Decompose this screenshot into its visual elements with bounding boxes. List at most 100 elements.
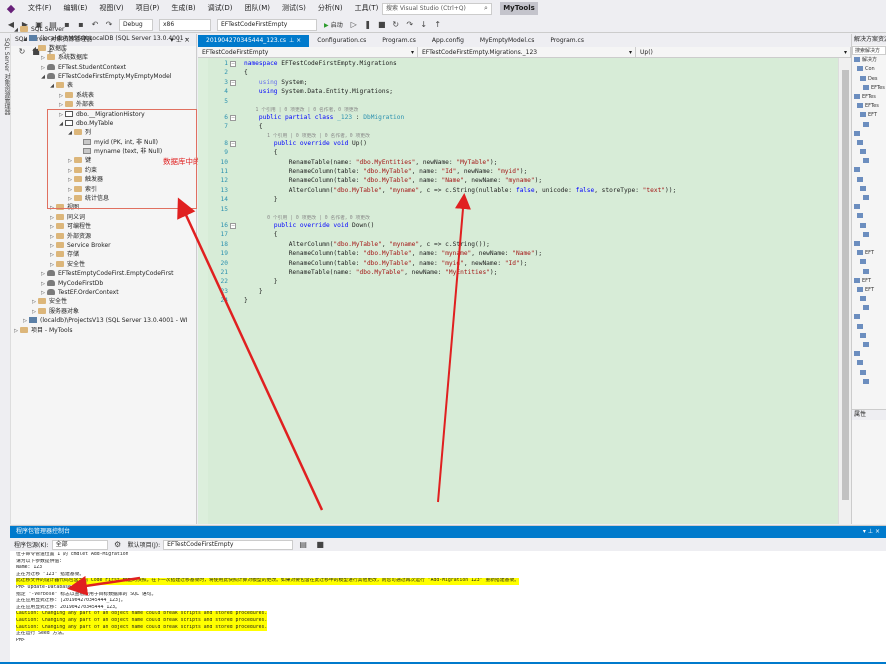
solution-item[interactable] [852, 323, 886, 332]
solution-item[interactable] [852, 222, 886, 231]
solution-item[interactable] [852, 212, 886, 221]
solution-item[interactable]: EFT [852, 111, 886, 120]
tree-node[interactable]: ▷ 同义词 [12, 213, 197, 222]
tree-node[interactable]: ▷ 可编程性 [12, 222, 197, 231]
menu-item[interactable]: 文件(F) [22, 0, 58, 17]
solution-item[interactable]: EFT [852, 286, 886, 295]
solution-item[interactable] [852, 258, 886, 267]
tab-document[interactable]: MyEmptyModel.cs [472, 35, 542, 47]
tree-node[interactable]: ◢ (localdb)\MSSQLLocalDB (SQL Server 13.0… [12, 34, 197, 43]
default-project-select[interactable]: EFTestCodeFirstEmpty [163, 539, 294, 550]
tree-node[interactable]: ▷ 外部资源 [12, 232, 197, 241]
clear-console-icon[interactable]: ▤ [298, 540, 308, 550]
restart-icon[interactable]: ↻ [391, 20, 401, 30]
solution-item[interactable]: Con [852, 65, 886, 74]
tab-document[interactable]: 201904270345444_123.cs ⊥ × [198, 35, 310, 47]
solution-item[interactable]: EFTes [852, 93, 886, 102]
code-editor[interactable]: −1 namespace EFTestCodeFirstEmpty.Migrati… [198, 58, 838, 524]
step-into-icon[interactable]: ↓ [419, 20, 429, 30]
expanded-icon[interactable]: ◢ [48, 82, 56, 90]
solution-item[interactable]: EFT [852, 277, 886, 286]
solution-item[interactable]: Des [852, 75, 886, 84]
solution-item[interactable] [852, 185, 886, 194]
solution-item[interactable] [852, 139, 886, 148]
collapsed-icon[interactable]: ▷ [39, 280, 47, 288]
startup-project-select[interactable]: EFTestCodeFirstEmpty [217, 18, 317, 31]
menu-item[interactable]: 工具(T) [349, 0, 385, 17]
continue-icon[interactable]: ▷ [349, 20, 359, 30]
tree-node[interactable]: ▷ 项目 - MyTools [12, 326, 197, 335]
tree-node[interactable]: ▷ EFTest.StudentContext [12, 63, 197, 72]
member-nav-select[interactable]: Up() [636, 47, 851, 57]
quick-launch-search[interactable]: 搜索 Visual Studio (Ctrl+Q) [382, 3, 492, 15]
solution-item[interactable] [852, 313, 886, 322]
close-icon[interactable]: ⊥ × [289, 35, 301, 47]
solution-item[interactable] [852, 240, 886, 249]
collapsed-icon[interactable]: ▷ [30, 298, 38, 306]
collapsed-icon[interactable]: ▷ [57, 92, 65, 100]
tree-node[interactable]: ▷ EFTestEmptyCodeFirst.EmptyCodeFirst [12, 269, 197, 278]
tree-node[interactable]: ▷ (localdb)\ProjectsV13 (SQL Server 13.0.… [12, 316, 197, 325]
menu-item[interactable]: 视图(V) [93, 0, 129, 17]
tree-node[interactable]: ▷ 系统数据库 [12, 53, 197, 62]
solution-item[interactable] [852, 378, 886, 387]
tree-node[interactable]: ▷ TestEF.OrderContext [12, 288, 197, 297]
stop-command-icon[interactable]: ■ [315, 540, 325, 550]
collapsed-icon[interactable]: ▷ [30, 308, 38, 316]
editor-scrollbar[interactable] [838, 58, 851, 524]
menu-item[interactable]: 团队(M) [238, 0, 276, 17]
menu-item[interactable]: 测试(S) [276, 0, 312, 17]
solution-item[interactable] [852, 304, 886, 313]
solution-item[interactable] [852, 369, 886, 378]
scrollbar-thumb[interactable] [842, 70, 849, 500]
tab-document[interactable]: Program.cs [374, 35, 424, 47]
collapsed-icon[interactable]: ▷ [48, 261, 56, 269]
tab-document[interactable]: Configuration.cs [309, 35, 374, 47]
package-source-select[interactable]: 全部 [51, 539, 108, 550]
solution-search-input[interactable]: 搜索解决方 [852, 46, 886, 56]
search-icon[interactable]: ⌕ [484, 4, 488, 13]
solution-item[interactable] [852, 157, 886, 166]
solution-item[interactable] [852, 350, 886, 359]
collapsed-icon[interactable]: ▷ [21, 317, 29, 325]
tree-node[interactable]: ▷ 服务器对象 [12, 307, 197, 316]
solution-item[interactable]: 解决方 [852, 56, 886, 65]
menu-item[interactable]: 编辑(E) [58, 0, 94, 17]
tree-node[interactable]: ◢ 表 [12, 81, 197, 90]
console-window-buttons[interactable]: ▾ ⊥ × [863, 526, 880, 538]
solution-item[interactable] [852, 359, 886, 368]
solution-item[interactable] [852, 295, 886, 304]
solution-item[interactable] [852, 121, 886, 130]
step-out-icon[interactable]: ↑ [433, 20, 443, 30]
tree-node[interactable]: ▷ 安全性 [12, 297, 197, 306]
collapsed-icon[interactable]: ▷ [48, 242, 56, 250]
collapsed-icon[interactable]: ▷ [48, 251, 56, 259]
solution-item[interactable] [852, 130, 886, 139]
collapsed-icon[interactable]: ▷ [39, 270, 47, 278]
collapsed-icon[interactable]: ▷ [48, 233, 56, 241]
solution-item[interactable]: EFTes [852, 84, 886, 93]
menu-item[interactable]: 生成(B) [165, 0, 201, 17]
tab-document[interactable]: App.config [424, 35, 472, 47]
class-nav-select[interactable]: EFTestCodeFirstEmpty.Migrations._123 [418, 47, 636, 57]
project-nav-select[interactable]: EFTestCodeFirstEmpty [198, 47, 418, 57]
tree-node[interactable]: ▷ Service Broker [12, 241, 197, 250]
stop-icon[interactable]: ■ [377, 20, 387, 30]
solution-item[interactable] [852, 332, 886, 341]
solution-item[interactable] [852, 176, 886, 185]
solution-item[interactable] [852, 148, 886, 157]
collapsed-icon[interactable]: ▷ [39, 289, 47, 297]
collapsed-icon[interactable]: ▷ [39, 54, 47, 62]
tree-node[interactable]: ◢ EFTestCodeFirstEmpty.MyEmptyModel [12, 72, 197, 81]
solution-item[interactable] [852, 203, 886, 212]
tree-node[interactable]: ▷ MyCodeFirstDb [12, 279, 197, 288]
expanded-icon[interactable]: ◢ [12, 26, 20, 34]
solution-item[interactable] [852, 341, 886, 350]
solution-item[interactable]: EFTes [852, 102, 886, 111]
expanded-icon[interactable]: ◢ [30, 45, 38, 53]
profile-mytools[interactable]: MyTools [500, 2, 538, 15]
tree-node[interactable]: ◢ SQL Server [12, 25, 197, 34]
tree-node[interactable]: ▷ 系统表 [12, 91, 197, 100]
menu-item[interactable]: 项目(P) [130, 0, 166, 17]
solution-item[interactable] [852, 166, 886, 175]
